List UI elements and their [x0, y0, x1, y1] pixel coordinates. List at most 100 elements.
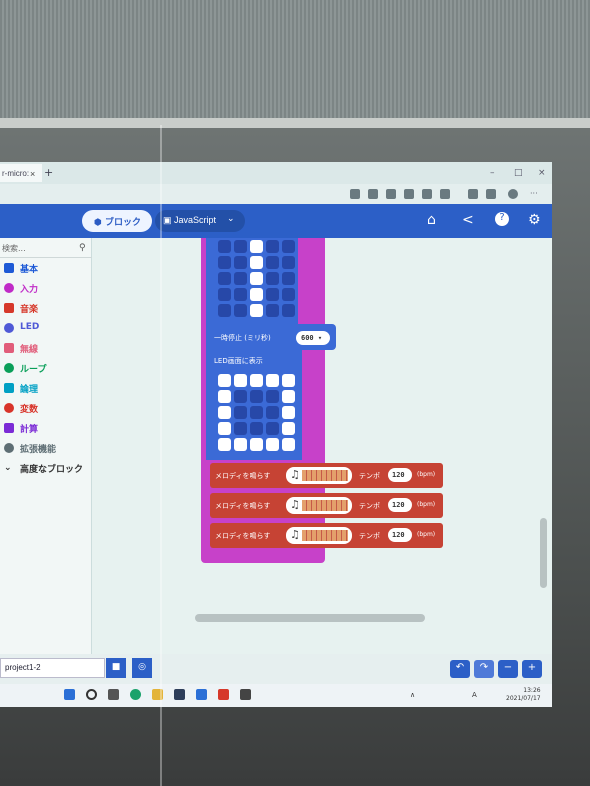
led-cell[interactable] [234, 240, 247, 253]
led-cell[interactable] [234, 390, 247, 403]
led-cell[interactable] [234, 438, 247, 451]
camera-icon[interactable] [240, 689, 251, 700]
led-cell[interactable] [282, 288, 295, 301]
led-cell[interactable] [282, 406, 295, 419]
led-cell[interactable] [282, 374, 295, 387]
edge-browser-icon[interactable] [130, 689, 141, 700]
system-clock[interactable]: 13:26 2021/07/17 [506, 687, 541, 703]
led-grid-bottom[interactable] [218, 374, 295, 451]
melody-editor[interactable]: ♫ [286, 467, 352, 484]
led-cell[interactable] [218, 240, 231, 253]
blocks-mode-button[interactable]: ⬢ ブロック [82, 210, 152, 232]
maximize-icon[interactable]: □ [514, 168, 523, 178]
play-melody-block[interactable]: メロディを鳴らす ♫ テンポ 120 (bpm) [210, 523, 443, 548]
extension-icon[interactable] [368, 189, 378, 199]
share-icon[interactable]: < [462, 212, 474, 228]
led-cell[interactable] [234, 272, 247, 285]
zoom-out-button[interactable]: − [498, 660, 518, 678]
javascript-mode-button[interactable]: ▣ JavaScript ⌄ [155, 210, 245, 232]
more-menu-icon[interactable]: ··· [530, 189, 540, 199]
led-cell[interactable] [250, 272, 263, 285]
toolbox-category[interactable]: LED [0, 318, 92, 338]
led-cell[interactable] [218, 256, 231, 269]
led-cell[interactable] [266, 390, 279, 403]
toolbox-category[interactable]: ループ [0, 358, 92, 378]
melody-editor[interactable]: ♫ [286, 527, 352, 544]
led-cell[interactable] [266, 304, 279, 317]
toolbox-category[interactable]: 基本 [0, 258, 92, 278]
toolbox-category[interactable]: 論理 [0, 378, 92, 398]
toolbox-category[interactable]: 拡張機能 [0, 438, 92, 458]
led-cell[interactable] [266, 256, 279, 269]
led-cell[interactable] [266, 406, 279, 419]
led-cell[interactable] [250, 256, 263, 269]
ime-indicator[interactable]: A [472, 691, 477, 699]
led-cell[interactable] [282, 256, 295, 269]
melody-editor[interactable]: ♫ [286, 497, 352, 514]
save-button[interactable]: ■ [106, 658, 126, 678]
extension-icon[interactable] [422, 189, 432, 199]
led-cell[interactable] [250, 390, 263, 403]
led-cell[interactable] [282, 304, 295, 317]
github-button[interactable]: ◎ [132, 658, 152, 678]
led-cell[interactable] [250, 240, 263, 253]
led-cell[interactable] [250, 438, 263, 451]
led-cell[interactable] [218, 288, 231, 301]
pause-value-dropdown[interactable]: 600 ▾ [296, 331, 330, 345]
led-cell[interactable] [218, 272, 231, 285]
windows-start-icon[interactable] [64, 689, 75, 700]
led-cell[interactable] [234, 374, 247, 387]
led-cell[interactable] [282, 422, 295, 435]
toolbox-category[interactable]: 変数 [0, 398, 92, 418]
zoom-in-button[interactable]: + [522, 660, 542, 678]
search-icon[interactable]: ⚲ [79, 243, 86, 253]
toolbox-category[interactable]: 計算 [0, 418, 92, 438]
led-cell[interactable] [234, 422, 247, 435]
store-icon[interactable] [174, 689, 185, 700]
led-cell[interactable] [266, 240, 279, 253]
undo-button[interactable]: ↶ [450, 660, 470, 678]
led-cell[interactable] [266, 422, 279, 435]
browser-tab[interactable]: r-micro: × [0, 164, 42, 182]
led-cell[interactable] [218, 422, 231, 435]
favorites-icon[interactable] [468, 189, 478, 199]
show-leds-block[interactable]: LED画面に表示 [206, 350, 302, 460]
toolbox-category[interactable]: 無線 [0, 338, 92, 358]
minimize-icon[interactable]: – [490, 168, 495, 178]
project-name-input[interactable]: project1-2 [0, 658, 105, 678]
settings-icon[interactable]: ⚙ [528, 212, 541, 228]
extension-icon[interactable] [440, 189, 450, 199]
collections-icon[interactable] [486, 189, 496, 199]
led-cell[interactable] [250, 406, 263, 419]
redo-button[interactable]: ↷ [474, 660, 494, 678]
led-cell[interactable] [218, 406, 231, 419]
led-cell[interactable] [266, 374, 279, 387]
led-cell[interactable] [218, 390, 231, 403]
help-icon[interactable]: ? [495, 212, 509, 226]
led-cell[interactable] [234, 288, 247, 301]
tempo-input[interactable]: 120 [388, 498, 412, 512]
toolbox-category[interactable]: 入力 [0, 278, 92, 298]
toolbox-category[interactable]: 音楽 [0, 298, 92, 318]
led-cell[interactable] [282, 438, 295, 451]
tray-chevron-icon[interactable]: ∧ [410, 691, 415, 699]
home-icon[interactable]: ⌂ [427, 212, 436, 228]
led-cell[interactable] [282, 272, 295, 285]
led-cell[interactable] [282, 240, 295, 253]
led-cell[interactable] [250, 374, 263, 387]
mail-icon[interactable] [196, 689, 207, 700]
led-cell[interactable] [250, 304, 263, 317]
vertical-scrollbar[interactable] [540, 518, 547, 588]
toolbox-category[interactable]: ⌄ 高度なブロック [0, 458, 92, 478]
task-view-icon[interactable] [108, 689, 119, 700]
led-cell[interactable] [282, 390, 295, 403]
tempo-input[interactable]: 120 [388, 468, 412, 482]
play-melody-block[interactable]: メロディを鳴らす ♫ テンポ 120 (bpm) [210, 463, 443, 488]
extension-icon[interactable] [386, 189, 396, 199]
led-grid-top[interactable] [218, 240, 295, 317]
window-close-icon[interactable]: × [538, 168, 546, 178]
led-cell[interactable] [266, 272, 279, 285]
led-cell[interactable] [234, 256, 247, 269]
new-tab-button[interactable]: + [44, 166, 53, 179]
show-leds-block[interactable] [206, 238, 298, 324]
